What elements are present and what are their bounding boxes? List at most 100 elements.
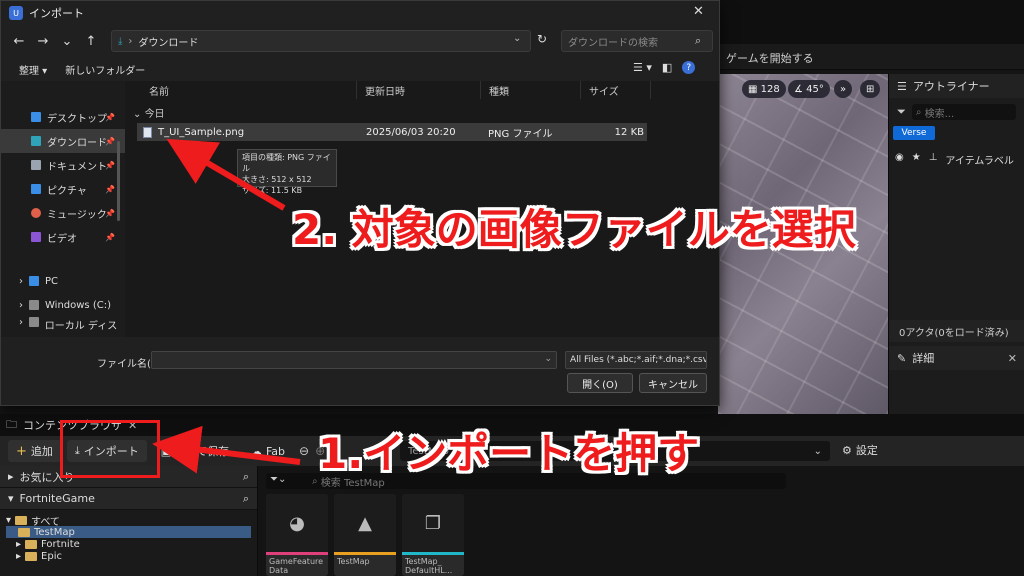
tree-item-all[interactable]: ▾ すべて [6,514,251,528]
asset-tile[interactable]: ❐ TestMap_ DefaultHL... [402,494,464,576]
open-button[interactable]: 開く(O) [567,373,633,393]
save-all-button[interactable]: ▣ すべて保存 [153,440,237,462]
group-header[interactable]: ⌄ 今日 [133,105,165,120]
pin-icon[interactable]: ⊥ [929,152,938,167]
column-type[interactable]: 種類 [481,81,581,99]
nav-item-documents[interactable]: ドキュメント 📌 [1,153,125,177]
picture-icon [31,184,41,194]
document-icon [31,160,41,170]
close-icon[interactable]: ✕ [693,4,704,19]
close-icon[interactable]: ✕ [1008,352,1017,365]
nav-item-music[interactable]: ミュージック 📌 [1,201,125,225]
app-icon: U [9,6,23,20]
save-icon: ▣ [160,444,172,458]
item-label-column[interactable]: アイテムラベル [945,152,1014,167]
column-size[interactable]: サイズ [581,81,651,99]
png-file-icon [143,126,152,138]
more-icon[interactable]: » [834,80,853,98]
column-name[interactable]: 名前 [125,81,357,99]
search-icon[interactable]: ⌕ [243,470,249,484]
column-headers: 名前 更新日時 種類 サイズ [125,81,655,99]
chevron-right-icon: ▸ [8,470,14,483]
back-arrow-icon[interactable]: ← [7,34,31,49]
sources-panel: ▸ お気に入り ⌕ ▾ FortniteGame ⌕ ▾ すべて TestMap … [0,466,258,576]
folder-icon: 🗀 [6,417,17,431]
search-icon[interactable]: ⌕ [695,34,701,48]
fab-icon: ☁ [250,444,262,458]
dialog-search-input[interactable]: ダウンロードの検索 [561,30,713,52]
view-controls: ☰ ▾ ◧ ? [633,61,696,74]
nav-item-pictures[interactable]: ピクチャ 📌 [1,177,125,201]
asset-tile[interactable]: ◕ GameFeature Data [266,494,328,576]
chevron-down-icon[interactable]: ⌄ [513,33,521,44]
address-bar[interactable]: ⤓ › ダウンロード [111,30,531,52]
nav-item-videos[interactable]: ビデオ 📌 [1,225,125,249]
view-menu-icon[interactable]: ☰ ▾ [633,61,652,74]
filetype-select[interactable]: All Files (*.abc;*.aif;*.dna;*.csv;*.e [565,351,707,369]
tree-item-testmap[interactable]: TestMap [6,526,251,538]
asset-tile[interactable]: ▲ TestMap [334,494,396,576]
highlight-box [60,420,160,478]
fab-button[interactable]: ☁ Fab [243,440,293,462]
tree-item-epic[interactable]: ▸ Epic [6,550,251,562]
dialog-title: インポート [29,7,84,20]
drive-icon [29,300,39,310]
nav-item-drive-c[interactable]: › Windows (C:) [1,293,125,317]
landscape-icon: ▲ [334,494,396,552]
recent-chevron-icon[interactable]: ⌄ [55,34,79,49]
nav-item-desktop[interactable]: デスクトップ 📌 [1,105,125,129]
help-icon[interactable]: ? [682,61,696,74]
folder-icon [18,527,30,537]
pin-icon: 📌 [105,112,115,122]
rotation-snap-chip[interactable]: ∡ 45° [788,80,830,98]
expand-chevron-icon: › [19,317,23,328]
pin-icon: 📌 [105,160,115,170]
add-button[interactable]: + 追加 [8,440,61,462]
asset-label: GameFeature Data [269,557,324,575]
grid-snap-chip[interactable]: ▦ 128 [742,80,786,98]
asset-label: TestMap_ DefaultHL... [405,557,453,575]
organize-menu[interactable]: 整理 ▾ [19,62,47,77]
address-value: ダウンロード [138,37,199,49]
folder-icon [25,551,38,561]
expand-chevron-icon: › [19,299,23,311]
grid-icon: ▦ [748,83,761,95]
nav-scrollbar[interactable] [117,141,120,221]
details-title: 詳細 [912,352,935,365]
preview-pane-icon[interactable]: ◧ [662,61,672,74]
forward-arrow-icon[interactable]: → [31,34,55,49]
angle-icon: ∡ [794,83,807,95]
file-row[interactable]: T_UI_Sample.png 2025/06/03 20:20 PNG ファイ… [137,123,647,141]
cancel-button[interactable]: キャンセル [639,373,707,393]
eye-icon[interactable]: ◉ [895,152,904,167]
nav-item-downloads[interactable]: ダウンロード 📌 [1,129,125,153]
chevron-down-icon[interactable]: ⌄ [544,354,552,364]
refresh-icon[interactable]: ↻ [537,32,547,46]
video-icon [31,232,41,242]
project-section[interactable]: ▾ FortniteGame ⌕ [0,488,257,510]
layout-icon[interactable]: ⊞ [860,80,881,98]
start-game-button[interactable]: ゲームを開始する [726,50,814,66]
filename-input[interactable]: ⌄ [151,351,557,369]
verse-button[interactable]: Verse [893,126,935,140]
file-name: T_UI_Sample.png [158,126,245,138]
pin-icon: 📌 [105,184,115,194]
chevron-down-icon[interactable]: ⌄ [814,446,822,457]
navigation-pane: デスクトップ 📌 ダウンロード 📌 ドキュメント 📌 ピクチャ 📌 ミュージック 📌 ビデ… [1,81,125,337]
star-icon[interactable]: ★ [912,152,921,167]
download-icon [31,136,41,146]
pie-icon: ◕ [266,494,328,552]
settings-button[interactable]: ⚙ 設定 [842,442,878,458]
annotation-step-2: 2. 対象の画像ファイルを選択 [292,205,856,254]
search-icon[interactable]: ⌕ [243,492,249,506]
outliner-search-input[interactable]: ⌕ 検索... [911,104,1016,120]
back-icon[interactable]: ⊖ [299,444,309,458]
filter-icon[interactable]: ⏷⌄ [270,474,286,485]
up-arrow-icon[interactable]: ↑ [79,34,103,49]
nav-item-pc[interactable]: › PC [1,269,125,293]
column-date[interactable]: 更新日時 [357,81,481,99]
tree-item-fortnite[interactable]: ▸ Fortnite [6,538,251,550]
filter-icon[interactable]: ⏷ [897,105,906,119]
new-folder-button[interactable]: 新しいフォルダー [65,62,145,77]
nav-item-local-disk[interactable]: › ローカル ディスク [1,317,125,331]
